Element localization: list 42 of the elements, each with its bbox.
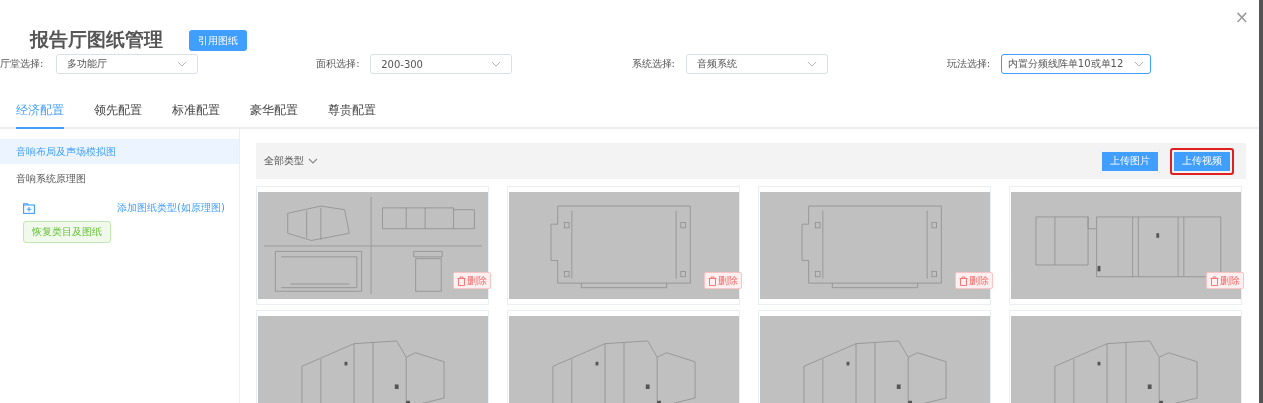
filter-label: 面积选择: [316, 57, 361, 71]
select-field[interactable]: 内置分频线阵单10或单12 [1000, 54, 1151, 74]
tab[interactable]: 尊贵配置 [328, 95, 376, 127]
select-field[interactable]: 200-300 [370, 54, 513, 74]
filter-label: 厅堂选择: [0, 57, 45, 71]
chevron-down-icon [308, 158, 318, 164]
chevron-down-icon [177, 61, 187, 67]
folder-add-icon [23, 202, 35, 214]
tab[interactable]: 标准配置 [172, 95, 220, 127]
delete-button[interactable]: 删除 [955, 272, 993, 289]
trash-icon [1210, 275, 1219, 286]
tab[interactable]: 领先配置 [94, 95, 142, 127]
select-field[interactable]: 多功能厅 [56, 54, 198, 74]
chevron-down-icon [491, 61, 502, 67]
sidebar-item[interactable]: 音响布局及声场模拟图 [0, 139, 239, 164]
upload-button[interactable]: 上传视频 [1170, 147, 1234, 175]
upload-button[interactable]: 上传图片 [1098, 147, 1162, 175]
type-filter-dropdown[interactable]: 全部类型 [264, 154, 318, 168]
drawing-image[interactable]: 删除 [509, 192, 739, 299]
trash-icon [959, 275, 968, 286]
restore-button[interactable]: 恢复类目及图纸 [23, 221, 111, 243]
drawing-image[interactable]: 删除 [258, 192, 488, 299]
sidebar-item[interactable]: 音响系统原理图 [0, 166, 239, 191]
select-field[interactable]: 音频系统 [685, 54, 828, 74]
add-drawing-type-link[interactable]: 添加图纸类型(如原理图) [117, 201, 225, 215]
delete-button[interactable]: 删除 [453, 272, 491, 289]
tab[interactable]: 豪华配置 [250, 95, 298, 127]
drawing-image[interactable]: 删除 [760, 192, 990, 299]
filter-label: 系统选择: [631, 57, 676, 71]
trash-icon [708, 275, 717, 286]
chevron-down-icon [806, 61, 817, 67]
filter-label: 玩法选择: [946, 57, 992, 71]
chevron-down-icon [1133, 61, 1144, 67]
trash-icon [457, 275, 466, 286]
tab[interactable]: 经济配置 [16, 95, 64, 129]
delete-button[interactable]: 删除 [704, 272, 742, 289]
reference-drawing-button[interactable]: 引用图纸 [189, 30, 247, 51]
delete-button[interactable]: 删除 [1206, 272, 1244, 289]
dialog-title: 报告厅图纸管理 [30, 27, 163, 52]
scrollbar[interactable] [1259, 0, 1263, 403]
drawing-image[interactable]: 删除 [1011, 192, 1241, 299]
close-button[interactable]: × [1234, 8, 1249, 26]
